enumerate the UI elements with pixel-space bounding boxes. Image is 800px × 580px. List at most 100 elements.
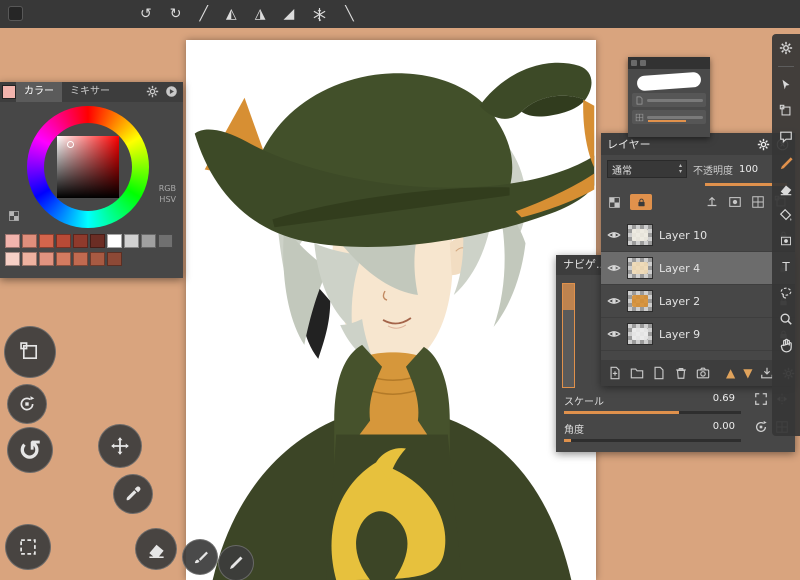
color-swatch[interactable] (5, 234, 20, 248)
color-swatch[interactable] (107, 252, 122, 266)
rgb-label[interactable]: RGB (159, 184, 176, 193)
color-swatch[interactable] (56, 252, 71, 266)
color-swatch[interactable] (73, 234, 88, 248)
paint-app-window: ↺ ↻ ╱ ◭ ◮ ◢ ╲ カラー ミキサー RGB HSV ↺ ナビゲ... … (0, 0, 800, 580)
add-folder-icon[interactable] (630, 366, 644, 380)
brush-panel-header (628, 57, 710, 69)
pin-icon[interactable] (640, 60, 646, 66)
tab-mixer[interactable]: ミキサー (62, 82, 118, 102)
gradient-tool-icon[interactable]: ◢ (283, 7, 294, 21)
undo-icon[interactable]: ↺ (140, 7, 152, 21)
pen-settings-button[interactable] (218, 545, 254, 580)
fill-bucket-icon[interactable] (778, 207, 794, 223)
color-picker-cursor[interactable] (67, 141, 74, 148)
clipping-icon[interactable] (705, 195, 719, 209)
delete-layer-icon[interactable] (674, 366, 688, 380)
lock-layer-button[interactable] (630, 194, 652, 210)
settings-gear-icon[interactable] (778, 40, 794, 56)
visibility-eye-icon[interactable] (607, 261, 621, 275)
dropdown-arrows-icon: ▴ ▾ (678, 162, 682, 175)
visibility-eye-icon[interactable] (607, 327, 621, 341)
blend-mode-dropdown[interactable]: 通常 ▴ ▾ (607, 160, 687, 178)
window-menu-button[interactable] (8, 6, 23, 21)
hand-tool-icon[interactable] (778, 337, 794, 353)
pattern-brush-icon[interactable]: ◮ (255, 7, 266, 21)
color-swatch[interactable] (90, 234, 105, 248)
layer-row[interactable]: Layer 4 (601, 252, 795, 285)
saturation-value-square[interactable] (57, 136, 119, 198)
eraser-tool-icon[interactable] (778, 181, 794, 197)
rotate-reset-icon[interactable] (754, 420, 768, 434)
redo-icon[interactable]: ↻ (170, 7, 182, 21)
mask-icon[interactable] (728, 195, 742, 209)
shape-tool-icon[interactable] (778, 233, 794, 249)
color-swatch[interactable] (22, 234, 37, 248)
angle-label: 角度 (564, 425, 584, 436)
color-swatch[interactable] (124, 234, 139, 248)
dock-icon[interactable] (631, 60, 637, 66)
color-swatch[interactable] (39, 252, 54, 266)
eyedropper-button[interactable] (113, 474, 153, 514)
text-tool-icon[interactable]: T (778, 259, 794, 275)
stencil-grid-icon[interactable] (751, 195, 765, 209)
color-swatch[interactable] (141, 234, 156, 248)
blend-controls: 通常 ▴ ▾ 不透明度 100 (607, 159, 789, 179)
duplicate-layer-icon[interactable] (652, 366, 666, 380)
move-layer-down-icon[interactable]: ▼ (743, 367, 752, 379)
snapshot-camera-icon[interactable] (696, 366, 710, 380)
zoom-tool-icon[interactable] (778, 311, 794, 327)
hsv-label[interactable]: HSV (159, 195, 176, 204)
color-menu-icon[interactable] (165, 85, 178, 98)
blend-mode-value: 通常 (612, 165, 632, 177)
drawing-canvas[interactable] (186, 40, 596, 580)
transform-button[interactable] (4, 326, 56, 378)
move-cursor-icon[interactable] (778, 77, 794, 93)
color-settings-gear-icon[interactable] (146, 85, 159, 98)
undo-button[interactable]: ↺ (7, 427, 53, 473)
navigator-zoom-strip[interactable] (562, 283, 575, 388)
color-swatch[interactable] (22, 252, 37, 266)
rotate-reset-button[interactable] (7, 384, 47, 424)
color-swatch[interactable] (158, 234, 173, 248)
current-color-chip[interactable] (2, 85, 16, 99)
brush-stroke-preview (636, 71, 702, 92)
color-panel: カラー ミキサー RGB HSV (0, 82, 183, 278)
eraser-button[interactable] (135, 528, 177, 570)
select-button[interactable] (5, 524, 51, 570)
color-swatch[interactable] (90, 252, 105, 266)
brush-list-item[interactable] (632, 93, 706, 107)
move-button[interactable] (98, 424, 142, 468)
color-swatch[interactable] (107, 234, 122, 248)
layer-row[interactable]: Layer 10 (601, 219, 795, 252)
move-layer-up-icon[interactable]: ▲ (726, 367, 735, 379)
navigator-zoom-fill (563, 284, 574, 310)
speech-bubble-icon[interactable] (778, 129, 794, 145)
color-swatch[interactable] (39, 234, 54, 248)
brush-size-row[interactable] (632, 110, 706, 124)
angle-slider[interactable] (564, 439, 741, 442)
tab-color[interactable]: カラー (16, 82, 62, 102)
layers-settings-gear-icon[interactable] (757, 138, 770, 151)
visibility-eye-icon[interactable] (607, 228, 621, 242)
brush-tool-icon[interactable] (778, 155, 794, 171)
pen-tool-icon[interactable]: ╱ (199, 7, 207, 21)
hue-wheel[interactable] (27, 106, 149, 228)
brush-size-slider[interactable] (648, 120, 686, 122)
color-swatch[interactable] (5, 252, 20, 266)
brush-button[interactable] (182, 539, 218, 575)
color-swatch[interactable] (73, 252, 88, 266)
scatter-brush-icon[interactable]: ◭ (226, 7, 237, 21)
color-swatch[interactable] (56, 234, 71, 248)
lasso-tool-icon[interactable] (778, 285, 794, 301)
layer-row[interactable]: Layer 9 (601, 318, 795, 351)
visibility-eye-icon[interactable] (607, 294, 621, 308)
layer-row[interactable]: Layer 2 (601, 285, 795, 318)
transparent-bg-icon[interactable] (608, 196, 621, 209)
tone-compare-icon[interactable] (8, 210, 20, 222)
line-tool-icon[interactable]: ╲ (345, 7, 353, 21)
add-layer-icon[interactable] (608, 366, 622, 380)
transform-box-icon[interactable] (778, 103, 794, 119)
fit-screen-icon[interactable] (754, 392, 768, 406)
scale-slider[interactable] (564, 411, 741, 414)
snowflake-brush-icon[interactable] (312, 7, 327, 22)
